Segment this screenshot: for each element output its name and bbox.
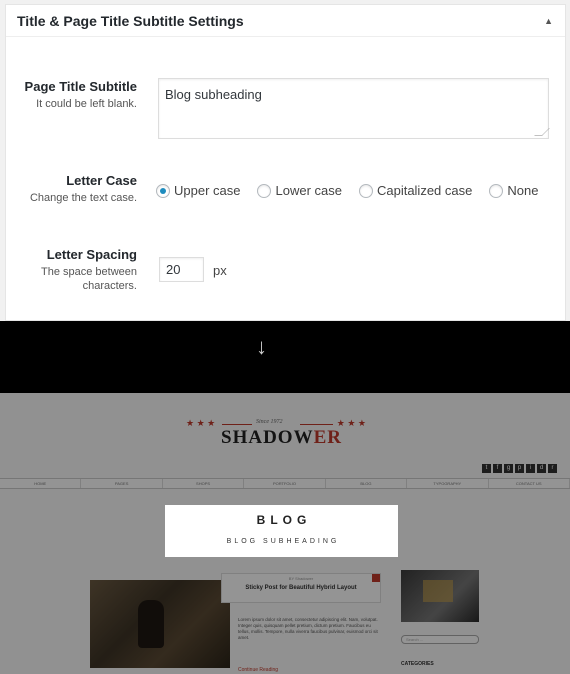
- radio-upper-case[interactable]: [156, 183, 170, 198]
- down-arrow-icon: ↓: [256, 334, 267, 359]
- radio-capitalized-case[interactable]: [358, 183, 373, 198]
- letter-spacing-description: The space between characters.: [40, 266, 137, 292]
- subtitle-textarea[interactable]: Blog subheading: [158, 78, 550, 139]
- letter-case-description: Change the text case.: [29, 192, 137, 204]
- letter-case-radio-group: Upper case Lower case Capitalized case N…: [156, 183, 538, 198]
- settings-panel: Title & Page Title Subtitle Settings ▲ P…: [0, 0, 570, 321]
- hero-subtitle: BLOG SUBHEADING: [226, 538, 340, 545]
- resize-grip-icon[interactable]: [534, 128, 550, 136]
- radio-option-lower-case[interactable]: Lower case: [257, 183, 342, 198]
- subtitle-value: Blog subheading: [165, 87, 262, 102]
- subtitle-row-label: Page Title Subtitle It could be left bla…: [5, 79, 137, 111]
- radio-option-capitalized-case[interactable]: Capitalized case: [358, 183, 473, 198]
- letter-case-label: Letter Case: [66, 173, 137, 188]
- radio-option-upper-case[interactable]: Upper case: [156, 183, 240, 198]
- transition-band: [0, 321, 570, 393]
- subtitle-label: Page Title Subtitle: [24, 79, 137, 94]
- radio-none[interactable]: [489, 183, 504, 198]
- radio-label: Upper case: [174, 183, 241, 198]
- radio-label: Lower case: [275, 183, 342, 198]
- page-title-hero: BLOG BLOG SUBHEADING: [165, 505, 398, 557]
- subtitle-description: It could be left blank.: [36, 98, 137, 110]
- radio-option-none[interactable]: None: [489, 183, 538, 198]
- letter-spacing-input[interactable]: 20: [159, 257, 204, 282]
- letter-spacing-unit: px: [213, 263, 227, 278]
- panel-title: Title & Page Title Subtitle Settings: [17, 12, 244, 29]
- letter-spacing-label: Letter Spacing: [46, 247, 137, 262]
- letter-case-row-label: Letter Case Change the text case.: [5, 173, 137, 205]
- site-preview: ★ ★ ★ ★ ★ ★ Since 1972 SHADOWER t f g p …: [0, 393, 570, 674]
- radio-label: None: [507, 183, 539, 198]
- radio-lower-case[interactable]: [257, 183, 272, 198]
- panel-header[interactable]: Title & Page Title Subtitle Settings ▲: [6, 5, 565, 37]
- radio-label: Capitalized case: [376, 183, 473, 198]
- letter-spacing-row-label: Letter Spacing The space between charact…: [5, 247, 137, 293]
- collapse-arrow-icon[interactable]: ▲: [544, 16, 553, 26]
- hero-title: BLOG: [256, 513, 312, 527]
